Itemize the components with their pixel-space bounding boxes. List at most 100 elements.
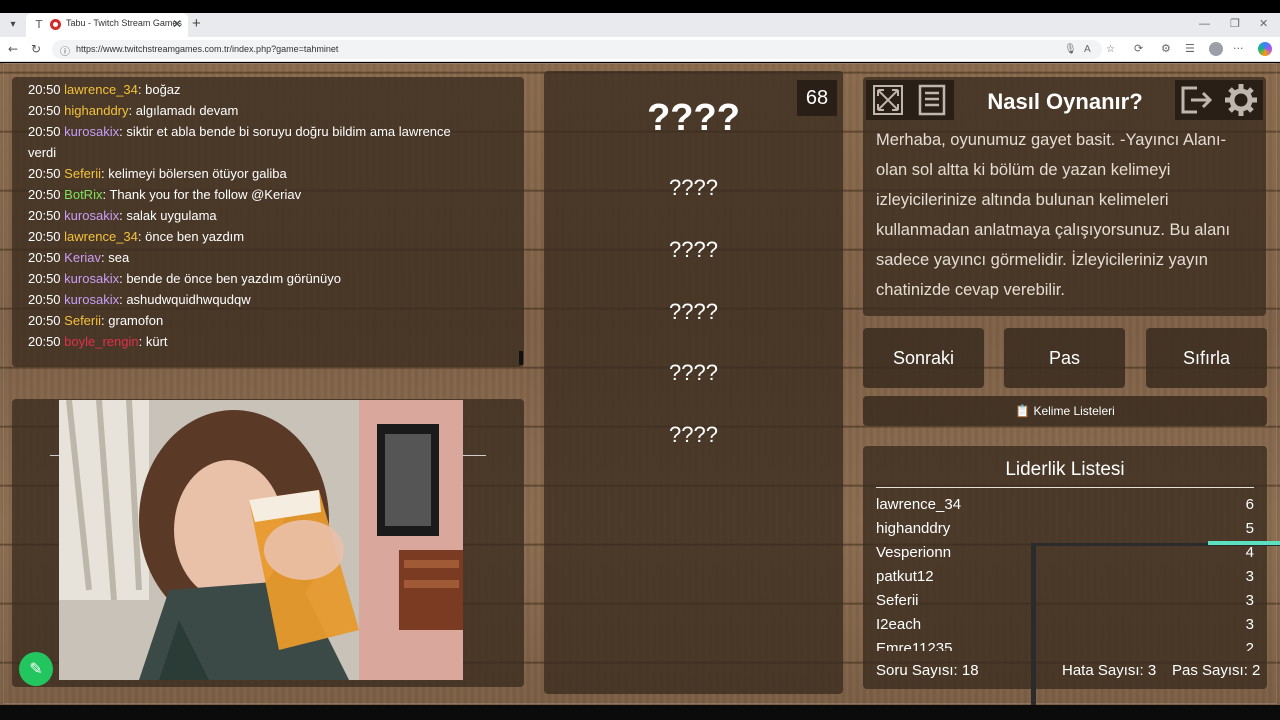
chat-text: : salak uygulama xyxy=(119,208,217,223)
chat-timestamp: 20:50 xyxy=(28,250,61,265)
forbidden-word: ???? xyxy=(669,299,718,324)
chat-text: : algılamadı devam xyxy=(128,103,239,118)
minimize-icon[interactable]: — xyxy=(1199,17,1210,31)
chat-timestamp: 20:50 xyxy=(28,334,61,349)
chat-timestamp: 20:50 xyxy=(28,313,61,328)
next-button[interactable]: Sonraki xyxy=(863,328,984,388)
chat-username[interactable]: BotRix xyxy=(64,187,102,202)
chat-text: : kürt xyxy=(138,334,168,349)
chat-username[interactable]: lawrence_34 xyxy=(64,82,138,97)
leaderboard-row: highanddry 5 xyxy=(876,517,1254,541)
forbidden-word: ???? xyxy=(669,422,718,447)
back-icon[interactable]: ← xyxy=(8,42,18,56)
chat-username[interactable]: kurosakix xyxy=(64,208,119,223)
forbidden-word: ???? xyxy=(669,175,718,200)
leaderboard-name: Vesperionn xyxy=(876,544,952,561)
leaderboard-title: Liderlik Listesi xyxy=(876,459,1254,488)
webcam-feed xyxy=(59,400,463,680)
chat-username[interactable]: kurosakix xyxy=(64,271,119,286)
chat-message: 20:50 highanddry: algılamadı devam xyxy=(28,100,508,121)
chat-username[interactable]: Seferii xyxy=(64,313,101,328)
url-field[interactable]: ⓘ https://www.twitchstreamgames.com.tr/i… xyxy=(52,40,1115,59)
restore-icon[interactable]: ❐ xyxy=(1230,17,1240,31)
word-lists-button[interactable]: 📋 Kelime Listeleri xyxy=(863,396,1267,426)
chat-timestamp: 20:50 xyxy=(28,229,61,244)
chat-text: verdi xyxy=(28,145,57,160)
favorite-star-icon[interactable]: ☆ xyxy=(1106,43,1115,56)
chat-message: 20:50 Seferii: kelimeyi bölersen ötüyor … xyxy=(28,163,508,184)
reload-icon[interactable]: ↻ xyxy=(31,42,41,56)
chat-message: 20:50 kurosakix: siktir et abla bende bi… xyxy=(28,121,508,142)
mic-icon[interactable]: 🎙 xyxy=(1064,43,1077,56)
chat-message: 20:50 kurosakix: bende de önce ben yazdı… xyxy=(28,268,508,289)
chat-message: 20:50 Keriav: sea xyxy=(28,247,508,268)
site-favicon-icon xyxy=(50,19,61,30)
edit-pencil-button[interactable]: ✎ xyxy=(19,652,53,686)
chat-username[interactable]: highanddry xyxy=(64,103,128,118)
settings-button[interactable] xyxy=(1219,80,1263,120)
tab-list-chevron-icon[interactable]: ▾ xyxy=(6,18,20,32)
how-to-play-title: Nasıl Oynanır? xyxy=(987,89,1143,114)
bottom-black-bar xyxy=(0,705,1280,720)
chat-username[interactable]: lawrence_34 xyxy=(64,229,138,244)
url-text[interactable]: https://www.twitchstreamgames.com.tr/ind… xyxy=(76,44,338,54)
pass-button[interactable]: Pas xyxy=(1004,328,1125,388)
tab-actions-icon[interactable]: T xyxy=(32,18,46,32)
top-black-bar xyxy=(0,0,1280,13)
chat-text: : siktir et abla bende bi soruyu doğru b… xyxy=(119,124,451,139)
target-word: ???? xyxy=(647,97,740,139)
profile-avatar[interactable] xyxy=(1209,42,1223,56)
chat-username[interactable]: kurosakix xyxy=(64,124,119,139)
leaderboard-name: Emre11235 xyxy=(876,640,953,651)
leaderboard-row: lawrence_34 6 xyxy=(876,493,1254,517)
read-aloud-icon[interactable]: A xyxy=(1084,43,1091,56)
chat-timestamp: 20:50 xyxy=(28,271,61,286)
webcam-guide-line xyxy=(463,455,486,456)
chat-username[interactable]: Keriav xyxy=(64,250,101,265)
refresh-extension-icon[interactable]: ⟳ xyxy=(1134,42,1143,56)
notes-icon xyxy=(918,84,946,116)
tab-close-icon[interactable]: ✕ xyxy=(172,17,182,31)
new-tab-icon[interactable]: + xyxy=(192,16,201,32)
notes-button[interactable] xyxy=(910,80,954,120)
chat-message: verdi xyxy=(28,142,508,163)
fullscreen-icon xyxy=(873,85,903,115)
site-info-icon[interactable]: ⓘ xyxy=(60,43,70,58)
chat-message: 20:50 lawrence_34: boğaz xyxy=(28,79,508,100)
tab-active[interactable]: T Tabu - Twitch Stream Games ✕ xyxy=(26,13,188,37)
tab-title: Tabu - Twitch Stream Games xyxy=(66,18,182,28)
reset-button[interactable]: Sıfırla xyxy=(1146,328,1267,388)
chat-text: : gramofon xyxy=(101,313,164,328)
chat-text: : ashudwquidhwqudqw xyxy=(119,292,251,307)
chat-timestamp: 20:50 xyxy=(28,82,61,97)
window-close-icon[interactable]: ✕ xyxy=(1259,17,1268,31)
leaderboard-name: lawrence_34 xyxy=(876,496,962,513)
chat-message: 20:50 boyle_rengin: kürt xyxy=(28,331,508,352)
chat-message: 20:50 kurosakix: salak uygulama xyxy=(28,205,508,226)
question-count: Soru Sayısı: 18 xyxy=(876,662,979,679)
stream-overlay-accent xyxy=(1208,541,1280,545)
chat-username[interactable]: Seferii xyxy=(64,166,101,181)
chat-scrollbar[interactable] xyxy=(519,351,523,365)
chat-text: : boğaz xyxy=(137,82,181,97)
chat-username[interactable]: boyle_rengin xyxy=(64,334,138,349)
leaderboard-score: 5 xyxy=(1245,520,1254,537)
chat-message: 20:50 Seferii: gramofon xyxy=(28,310,508,331)
game-page: 20:50 lawrence_34: boğaz 20:50 highanddry… xyxy=(0,63,1280,720)
extensions-icon[interactable]: ⚙ xyxy=(1161,42,1171,56)
chat-username[interactable]: kurosakix xyxy=(64,292,119,307)
webcam-image xyxy=(59,400,463,680)
logout-button[interactable] xyxy=(1175,80,1219,120)
address-bar: ← ↻ ⓘ https://www.twitchstreamgames.com.… xyxy=(0,37,1280,62)
chat-text: : sea xyxy=(101,250,130,265)
gear-icon xyxy=(1225,84,1257,116)
fullscreen-button[interactable] xyxy=(866,80,910,120)
chat-panel: 20:50 lawrence_34: boğaz 20:50 highanddry… xyxy=(12,77,524,367)
more-menu-icon[interactable]: ··· xyxy=(1233,42,1244,56)
copilot-icon[interactable] xyxy=(1258,42,1272,56)
forbidden-word: ???? xyxy=(669,360,718,385)
favorites-icon[interactable]: ☰ xyxy=(1185,42,1195,56)
chat-text: : Thank you for the follow @Keriav xyxy=(102,187,302,202)
chat-message: 20:50 lawrence_34: önce ben yazdım xyxy=(28,226,508,247)
chat-timestamp: 20:50 xyxy=(28,187,61,202)
